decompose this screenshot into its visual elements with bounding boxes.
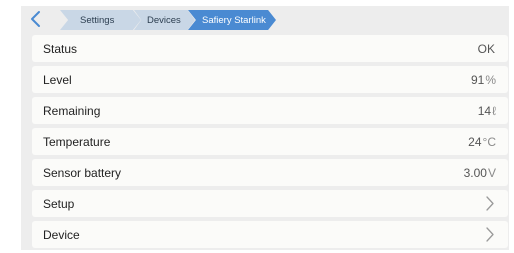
level-label: Level [43, 73, 72, 87]
list-item-level: Level 91% [32, 66, 508, 93]
list-item-status: Status OK [32, 35, 508, 62]
sensor-battery-label: Sensor battery [43, 166, 122, 180]
setup-label: Setup [43, 197, 75, 211]
status-label: Status [43, 42, 78, 56]
remaining-value: 14ℓ [477, 104, 496, 118]
list-item-remaining: Remaining 14ℓ [32, 97, 508, 124]
device-label: Device [43, 228, 80, 242]
breadcrumb-item-current: Safiery Starlink [188, 10, 276, 30]
chevron-right-icon [486, 227, 494, 242]
temperature-value: 24°C [468, 135, 496, 149]
settings-panel: Settings Devices Safiery Starlink Status… [21, 6, 509, 250]
level-value: 91% [470, 73, 496, 87]
list-item-setup[interactable]: Setup [32, 190, 508, 217]
remaining-label: Remaining [43, 104, 101, 118]
breadcrumb: Settings Devices Safiery Starlink [21, 6, 509, 32]
list-item-temperature: Temperature 24°C [32, 128, 508, 155]
chevron-left-icon [31, 11, 40, 27]
back-button[interactable] [26, 8, 46, 30]
screen: Settings Devices Safiery Starlink Status… [0, 0, 514, 253]
temperature-label: Temperature [43, 135, 111, 149]
breadcrumb-item-settings[interactable]: Settings [60, 10, 141, 30]
breadcrumb-item-devices[interactable]: Devices [134, 10, 195, 30]
chevron-right-icon [486, 196, 494, 211]
list-item-device[interactable]: Device [32, 221, 508, 248]
sensor-battery-value: 3.00V [463, 166, 496, 180]
status-value: OK [477, 42, 495, 56]
list-item-sensor-battery: Sensor battery 3.00V [32, 159, 508, 186]
